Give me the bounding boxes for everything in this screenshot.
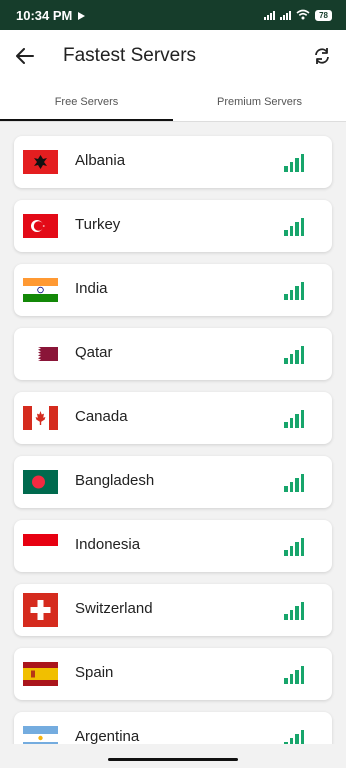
play-icon [78, 8, 86, 23]
status-bar: 10:34 PM 78 [0, 0, 346, 30]
qatar-flag-icon [23, 342, 58, 366]
india-flag-icon [23, 278, 58, 302]
server-card-albania[interactable]: Albania [14, 136, 332, 188]
server-card-bangladesh[interactable]: Bangladesh [14, 456, 332, 508]
server-card-indonesia[interactable]: Indonesia [14, 520, 332, 572]
server-card-switzerland[interactable]: Switzerland [14, 584, 332, 636]
country-name: Indonesia [75, 536, 141, 553]
page-title: Fastest Servers [63, 45, 197, 66]
server-card-canada[interactable]: Canada [14, 392, 332, 444]
arrow-back-icon [16, 48, 34, 64]
home-indicator[interactable] [108, 758, 238, 761]
canada-flag-icon [23, 406, 58, 430]
signal-strength-icon [284, 726, 305, 744]
server-tabs: Free Servers Premium Servers [0, 82, 346, 122]
country-name: India [75, 280, 108, 297]
country-name: Albania [75, 152, 126, 169]
server-card-turkey[interactable]: Turkey [14, 200, 332, 252]
country-name: Switzerland [75, 600, 153, 617]
country-name: Turkey [75, 216, 121, 233]
switzerland-flag-icon [23, 593, 58, 627]
country-name: Bangladesh [75, 472, 155, 489]
country-name: Qatar [75, 344, 113, 361]
country-name: Canada [75, 408, 128, 425]
app-bar: Fastest Servers [0, 30, 346, 82]
spain-flag-icon [23, 662, 58, 686]
signal-strength-icon [284, 214, 305, 236]
signal-strength-icon [284, 470, 305, 492]
signal-strength-icon [284, 534, 305, 556]
signal-strength-icon [284, 342, 305, 364]
cell-signal-2-icon [280, 10, 292, 20]
argentina-flag-icon [23, 726, 58, 744]
server-card-qatar[interactable]: Qatar [14, 328, 332, 380]
signal-strength-icon [284, 662, 305, 684]
server-card-india[interactable]: India [14, 264, 332, 316]
wifi-icon [296, 9, 310, 22]
turkey-flag-icon [23, 214, 58, 238]
battery-icon: 78 [315, 9, 332, 21]
server-list: Albania Turkey India Qatar Canada Bangla… [0, 122, 346, 744]
status-time: 10:34 PM [16, 7, 73, 23]
refresh-icon [315, 48, 329, 64]
signal-strength-icon [284, 406, 305, 428]
refresh-button[interactable] [300, 34, 344, 78]
system-navigation-bar [0, 744, 346, 768]
albania-flag-icon [23, 150, 58, 174]
signal-strength-icon [284, 278, 305, 300]
bangladesh-flag-icon [23, 470, 58, 494]
server-card-spain[interactable]: Spain [14, 648, 332, 700]
tab-premium-servers[interactable]: Premium Servers [173, 82, 346, 122]
country-name: Spain [75, 664, 114, 681]
signal-strength-icon [284, 598, 305, 620]
signal-strength-icon [284, 150, 305, 172]
cell-signal-icon [264, 10, 276, 20]
indonesia-flag-icon [23, 534, 58, 558]
tab-free-servers[interactable]: Free Servers [0, 82, 173, 122]
server-card-argentina[interactable]: Argentina [14, 712, 332, 744]
back-button[interactable] [1, 32, 49, 80]
country-name: Argentina [75, 728, 140, 744]
